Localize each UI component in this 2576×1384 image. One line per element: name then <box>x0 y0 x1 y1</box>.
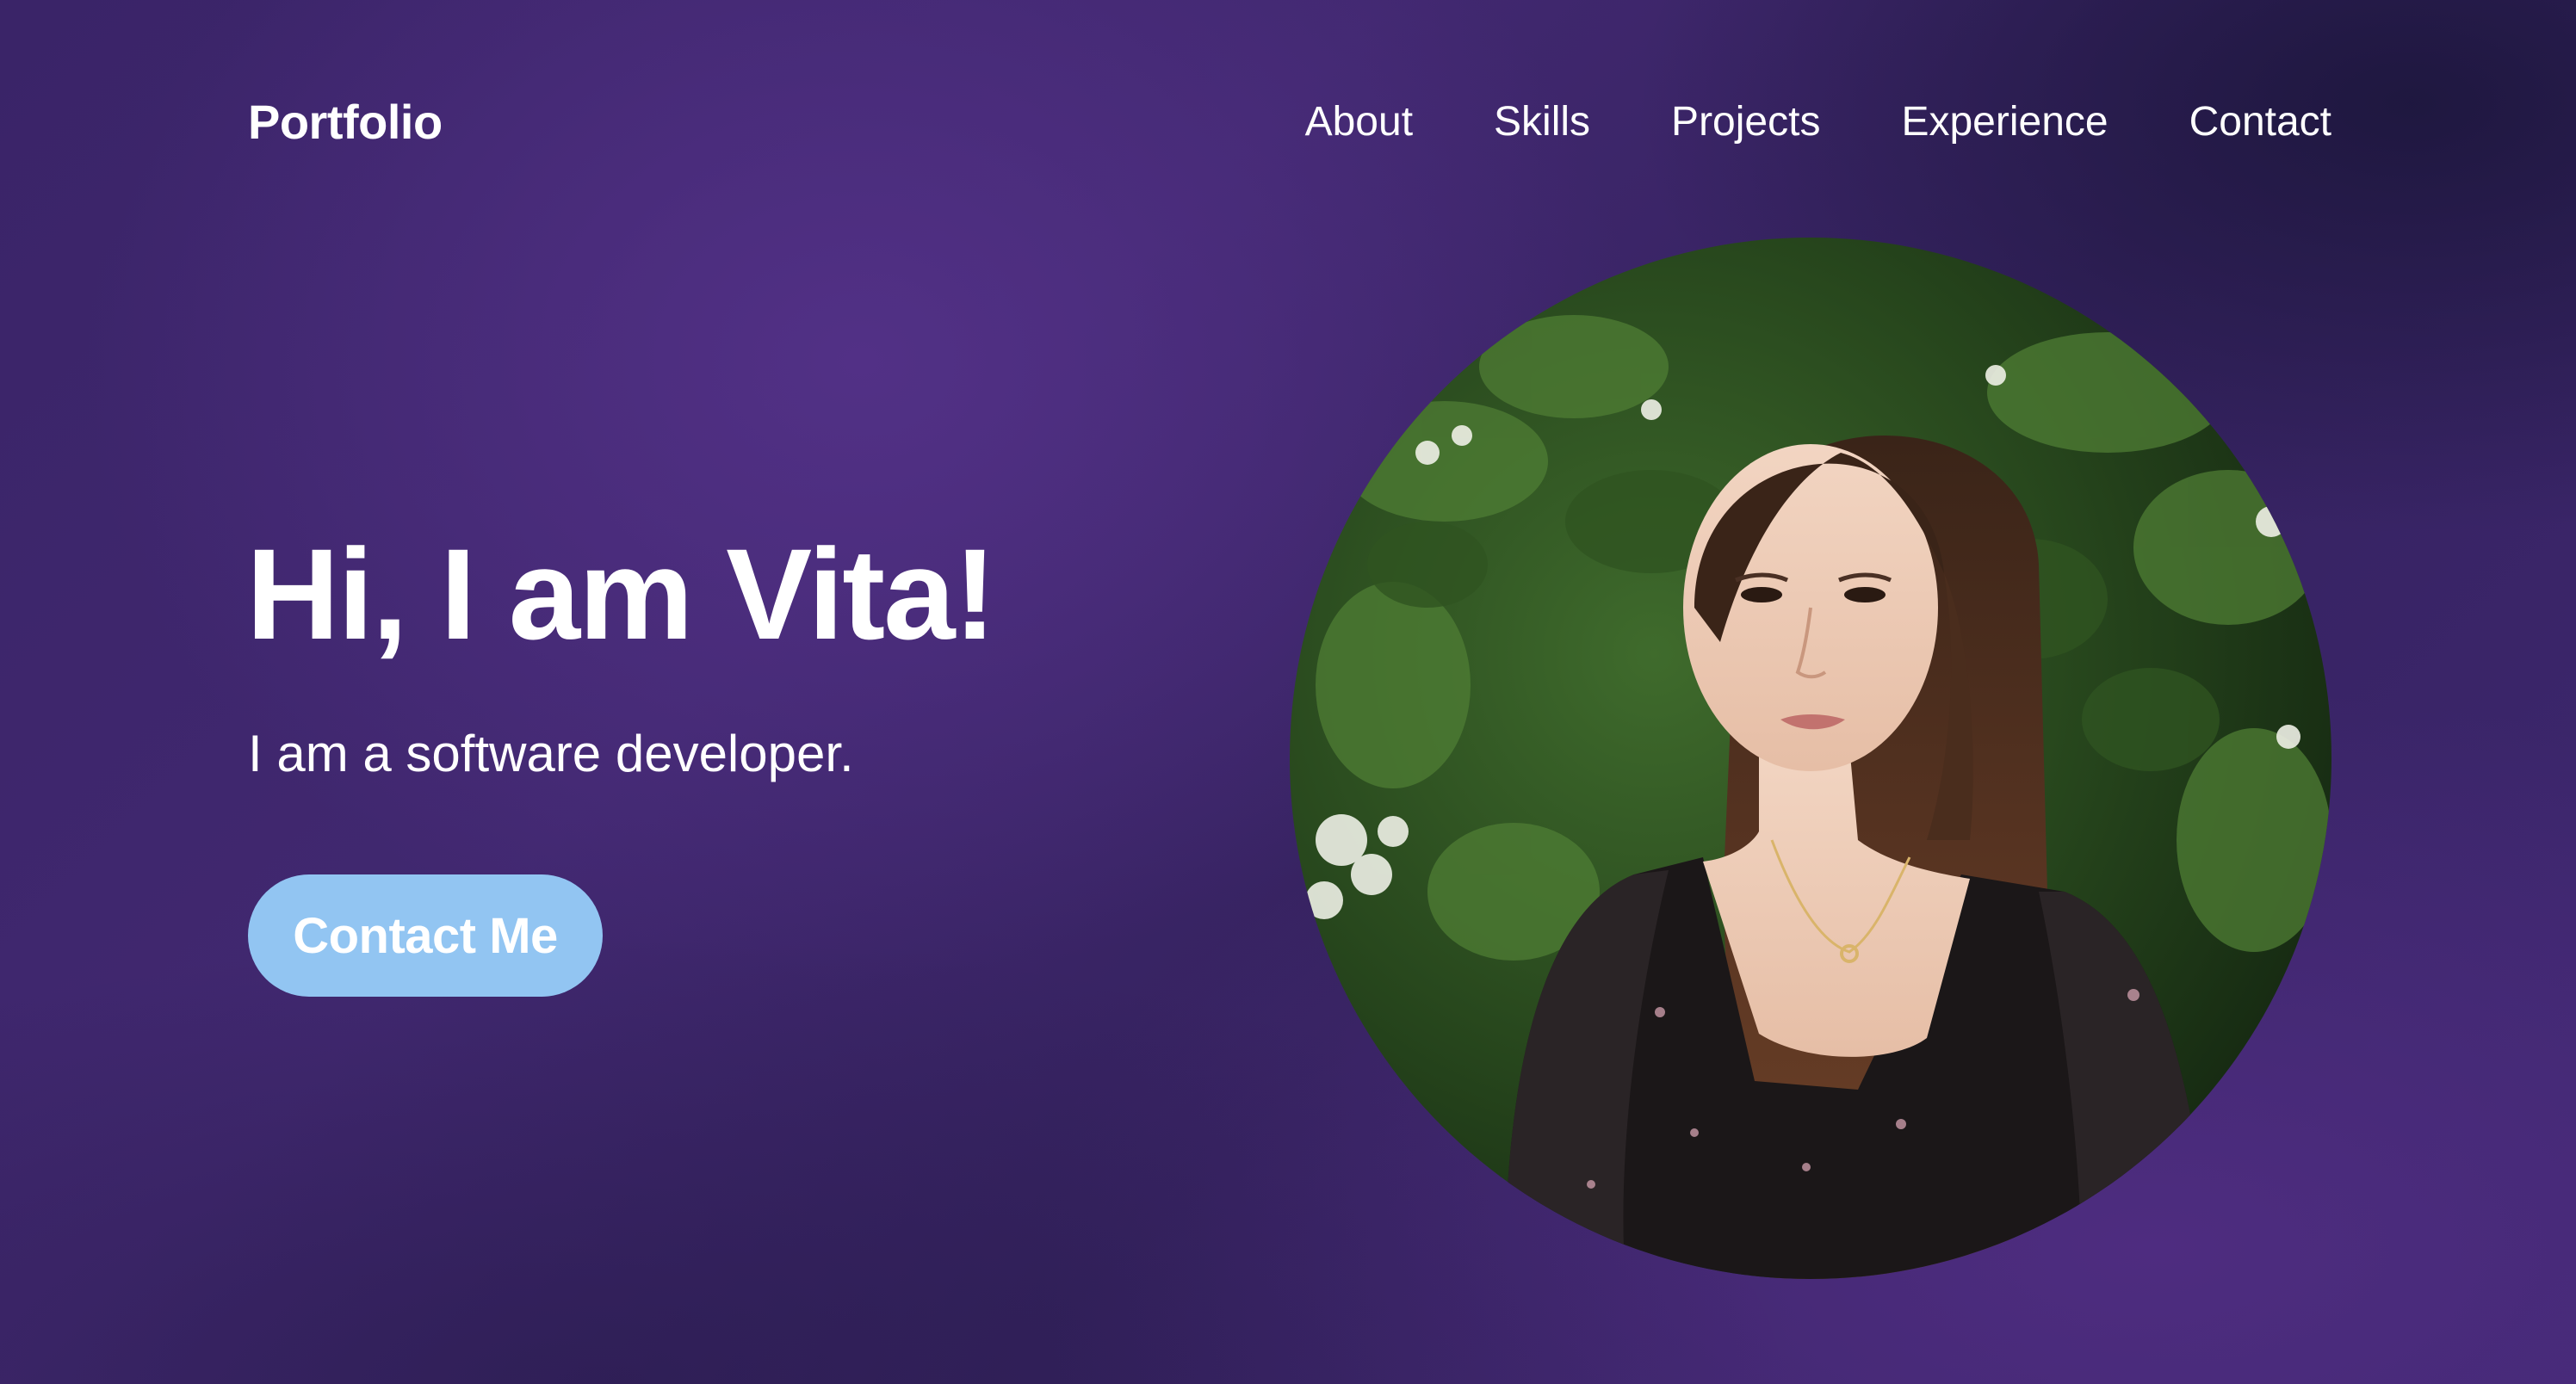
profile-photo-illustration <box>1290 238 2331 1279</box>
nav-link-experience[interactable]: Experience <box>1901 90 2108 155</box>
hero-title: Hi, I am Vita! <box>246 522 997 666</box>
profile-photo <box>1290 238 2331 1279</box>
nav-links: About Skills Projects Experience Contact <box>1305 90 2331 155</box>
nav-link-about[interactable]: About <box>1305 90 1413 155</box>
hero-subtitle: I am a software developer. <box>248 725 854 782</box>
top-navigation: Portfolio About Skills Projects Experien… <box>0 0 2576 244</box>
contact-me-button[interactable]: Contact Me <box>248 874 603 997</box>
nav-link-contact[interactable]: Contact <box>2189 90 2331 155</box>
nav-link-projects[interactable]: Projects <box>1671 90 1820 155</box>
nav-link-skills[interactable]: Skills <box>1494 90 1590 155</box>
logo[interactable]: Portfolio <box>248 90 443 155</box>
